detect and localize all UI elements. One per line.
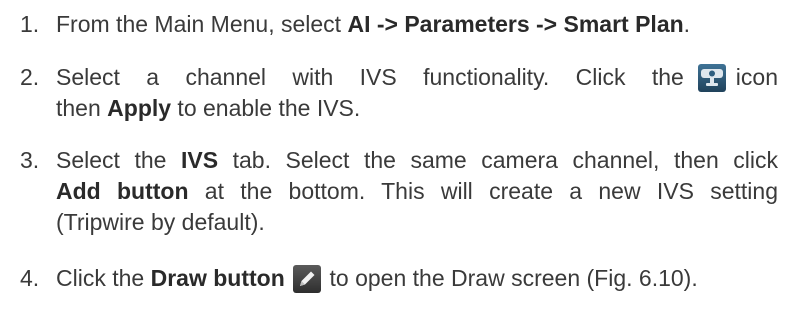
step-text: Click the Draw button to open the Draw s…	[56, 265, 698, 293]
instruction-list: 1. From the Main Menu, select AI -> Para…	[0, 0, 793, 309]
step-number: 4.	[20, 265, 40, 291]
step-text-line-2: then Apply to enable the IVS.	[56, 95, 361, 121]
step-number: 2.	[20, 64, 40, 90]
step-text-line-2: Add button at the bottom. This will crea…	[56, 178, 778, 204]
pencil-icon	[293, 265, 322, 293]
step-text-line-1: Select the IVS tab. Select the same came…	[56, 147, 778, 173]
step-text-line-3: (Tripwire by default).	[56, 209, 265, 235]
step-text-line-1: Select a channel with IVS functionality.…	[56, 64, 778, 92]
step-text: From the Main Menu, select AI -> Paramet…	[56, 11, 691, 37]
step-number: 3.	[20, 147, 40, 173]
ivs-camera-icon	[697, 64, 726, 92]
step-number: 1.	[20, 11, 40, 37]
